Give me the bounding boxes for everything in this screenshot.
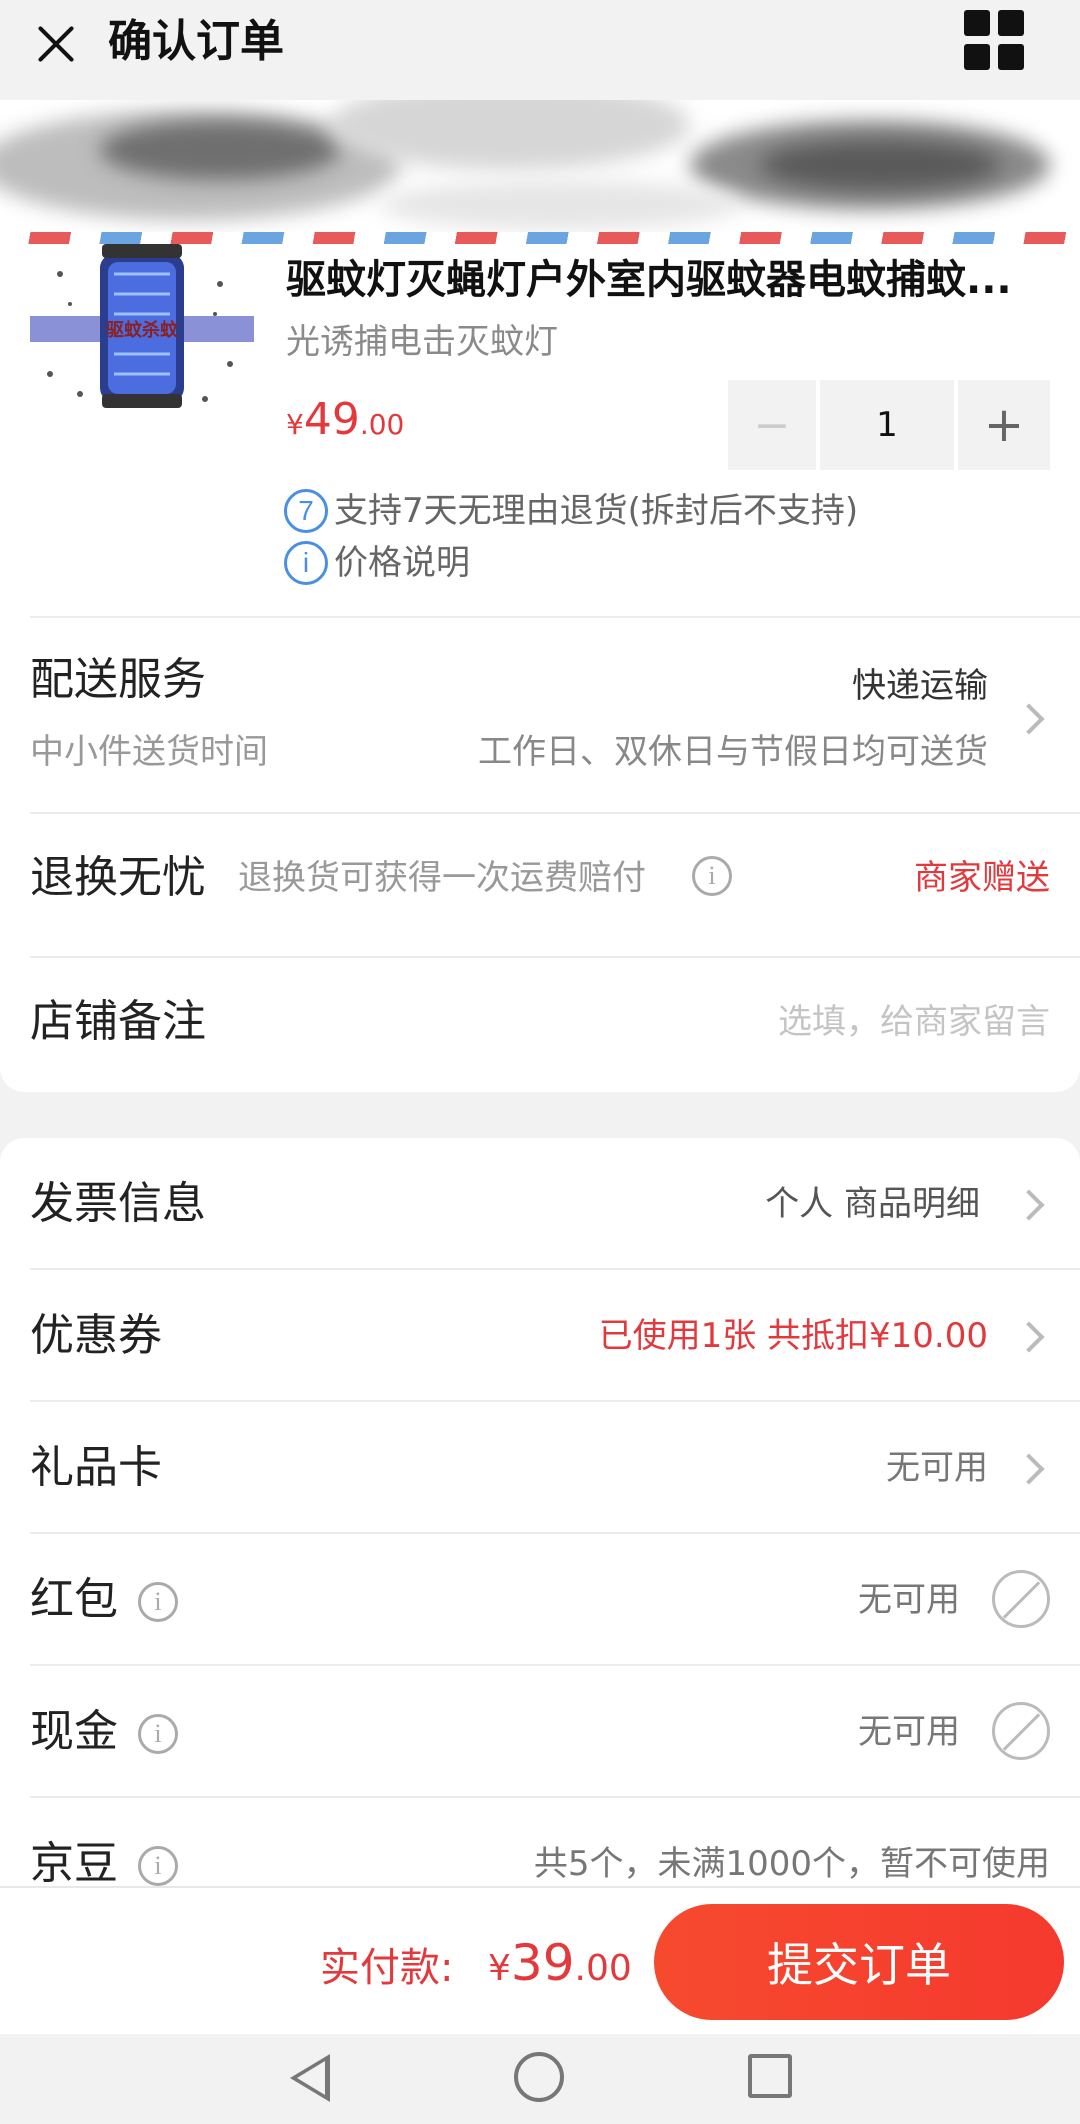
return-service-note: 退换货可获得一次运费赔付 (238, 858, 646, 898)
checkout-bar: 实付款: ¥39.00 提交订单 (0, 1886, 1080, 2034)
divider (30, 956, 1080, 958)
total-label: 实付款: (320, 1945, 454, 1991)
page-title: 确认订单 (108, 16, 284, 67)
shop-note-label: 店铺备注 (30, 996, 206, 1047)
delivery-time-value: 工作日、双休日与节假日均可送货 (478, 732, 988, 772)
total-amount: ¥39.00 (488, 1934, 632, 1992)
price-explanation-text: 价格说明 (334, 543, 470, 583)
increase-quantity-button[interactable]: + (958, 380, 1050, 470)
product-subtitle: 光诱捕电击灭蚊灯 (286, 322, 558, 362)
address-banner-redacted[interactable] (0, 100, 1080, 250)
info-icon[interactable]: i (138, 1846, 178, 1886)
gift-card-label: 礼品卡 (30, 1442, 162, 1493)
product-title[interactable]: 驱蚊灯灭蝇灯户外室内驱蚊器电蚊捕蚊... (286, 252, 1046, 308)
unavailable-icon (992, 1570, 1050, 1628)
quantity-stepper: − 1 + (728, 380, 1050, 470)
seven-days-icon: 7 (284, 489, 328, 533)
close-icon[interactable] (26, 14, 86, 74)
product-price: ¥49.00 (286, 394, 405, 445)
info-icon: i (284, 541, 328, 585)
info-icon[interactable]: i (692, 856, 732, 896)
price-explanation[interactable]: i 价格说明 (284, 540, 470, 586)
return-policy-text: 支持7天无理由退货(拆封后不支持) (334, 491, 859, 531)
address-envelope-stripe (0, 232, 1080, 244)
info-icon[interactable]: i (138, 1582, 178, 1622)
red-packet-label: 红包 i (30, 1570, 178, 1630)
coupon-value: 已使用1张 共抵扣¥10.00 (598, 1316, 988, 1356)
return-service-value: 商家赠送 (914, 858, 1050, 898)
invoice-value: 个人 商品明细 (765, 1184, 980, 1224)
divider (30, 1664, 1080, 1666)
mosquito-lamp-image: 驱蚊杀蚊 (30, 244, 254, 408)
submit-order-button[interactable]: 提交订单 (654, 1904, 1064, 2020)
return-service-label: 退换无忧 (30, 852, 206, 903)
product-image[interactable]: 驱蚊杀蚊 (30, 244, 254, 424)
invoice-label: 发票信息 (30, 1178, 206, 1229)
delivery-value: 快递运输 (852, 666, 988, 706)
chevron-right-icon (1013, 1321, 1045, 1353)
home-icon[interactable] (514, 2052, 564, 2102)
cash-value: 无可用 (858, 1712, 960, 1752)
red-packet-value: 无可用 (858, 1580, 960, 1620)
grid-menu-icon[interactable] (964, 10, 1024, 70)
jd-beans-label: 京豆 i (30, 1834, 178, 1894)
delivery-label: 配送服务 (30, 654, 206, 705)
gift-card-value: 无可用 (886, 1448, 988, 1488)
divider (30, 1532, 1080, 1534)
chevron-right-icon (1013, 1453, 1045, 1485)
order-card: 驱蚊杀蚊 驱蚊灯灭蝇灯户外室内驱蚊器电蚊捕蚊... 光诱捕电击灭蚊灯 ¥49.0… (0, 244, 1080, 1092)
divider (30, 1796, 1080, 1798)
cash-label: 现金 i (30, 1702, 178, 1762)
chevron-right-icon (1013, 703, 1045, 735)
quantity-input[interactable]: 1 (820, 380, 954, 470)
delivery-time-label: 中小件送货时间 (30, 732, 268, 772)
recent-apps-icon[interactable] (748, 2054, 792, 2098)
shop-note-input[interactable]: 选填，给商家留言 (778, 998, 1050, 1046)
coupon-label: 优惠券 (30, 1310, 162, 1361)
unavailable-icon (992, 1702, 1050, 1760)
back-icon[interactable] (290, 2054, 330, 2102)
divider (30, 1268, 1080, 1270)
system-nav-bar (0, 2034, 1080, 2124)
divider (30, 1400, 1080, 1402)
return-policy[interactable]: 7 支持7天无理由退货(拆封后不支持) (284, 488, 858, 534)
jd-beans-value: 共5个，未满1000个，暂不可使用 (533, 1844, 1050, 1884)
info-icon[interactable]: i (138, 1714, 178, 1754)
product-image-caption: 驱蚊杀蚊 (106, 319, 179, 341)
chevron-right-icon (1013, 1189, 1045, 1221)
divider (30, 812, 1080, 814)
order-confirm-page: 确认订单 驱蚊杀蚊 驱蚊灯灭蝇灯户外室内驱蚊器电蚊捕蚊... 光诱捕电击灭蚊灯 … (0, 0, 1080, 2124)
top-bar: 确认订单 (0, 0, 1080, 100)
decrease-quantity-button[interactable]: − (728, 380, 816, 470)
divider (30, 616, 1080, 618)
